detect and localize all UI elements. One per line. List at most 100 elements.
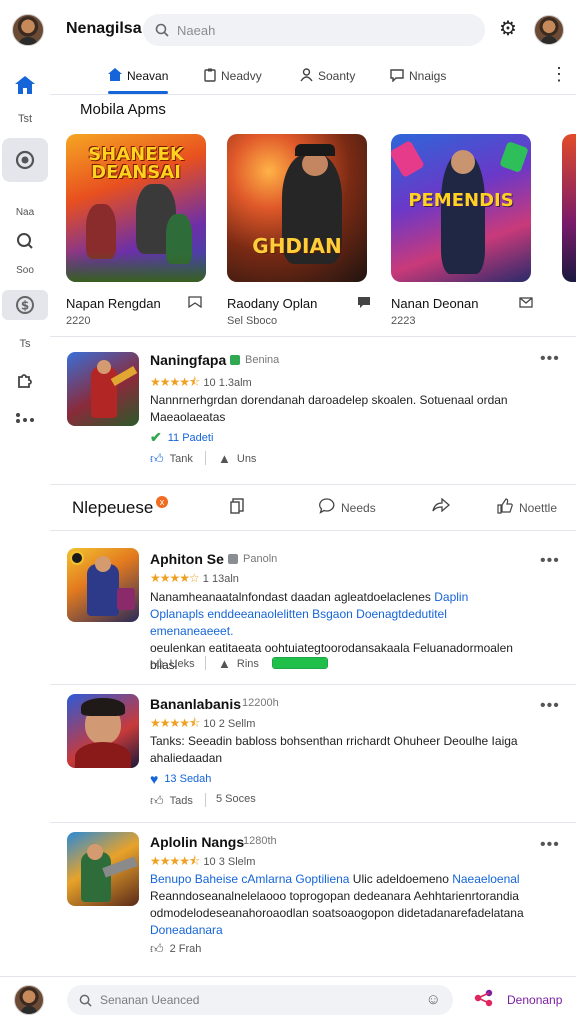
featured-card[interactable]: SHANEEK DEANSAI Napan Rengdan 2220: [66, 134, 206, 327]
post-badge-label: 11 Padeti: [167, 431, 214, 444]
divider: [50, 530, 576, 531]
rating-text: 1 13aln: [202, 573, 239, 585]
like-reaction-label: Noettle: [519, 501, 558, 515]
post-thumbnail[interactable]: [67, 694, 139, 768]
post-title[interactable]: Aplolin Nangs: [150, 834, 244, 850]
post-text-link[interactable]: Doneadanara: [150, 923, 223, 937]
featured-card-sub: 2220: [66, 315, 91, 327]
rail-target-icon[interactable]: [2, 138, 48, 182]
post-badge[interactable]: ♥ 13 Sedah: [150, 771, 211, 787]
comment-button[interactable]: Needs: [319, 498, 376, 518]
profile-avatar[interactable]: [12, 14, 44, 46]
featured-card[interactable]: PEMENDIS Nanan Deonan 2223: [391, 134, 533, 327]
composer-bar[interactable]: ☺: [67, 985, 453, 1015]
tabs-more-icon[interactable]: ⋮: [550, 64, 568, 85]
bottom-action-label[interactable]: Denonanp: [507, 993, 562, 1007]
rail-more-icon[interactable]: [2, 408, 48, 428]
share-button[interactable]: ▲ Rins: [218, 656, 259, 671]
post-rating: ★★★★⯪ 10 3 Slelm: [150, 852, 255, 873]
composer-avatar[interactable]: [14, 985, 44, 1015]
left-rail: Tst Naa Soo $ Ts: [0, 58, 50, 458]
rail-label-1[interactable]: Tst: [2, 110, 48, 128]
tab-home-label: Neavan: [127, 69, 169, 83]
post-badge[interactable]: ✔ 11 Padeti: [150, 429, 213, 446]
rating-stars-icon: ★★★★☆: [150, 571, 200, 585]
check-icon: ✔: [150, 429, 162, 445]
tab-clipboard[interactable]: Neadvy: [204, 58, 262, 94]
post-text-part: Ulic adeldoemeno: [349, 872, 453, 886]
post-text-link[interactable]: Benupo Baheise cAmlarna Goptiliena: [150, 872, 349, 886]
post-thumbnail[interactable]: [67, 352, 139, 426]
like-button[interactable]: 👍︎ Tank: [150, 451, 193, 467]
rail-label-3[interactable]: Soo: [2, 262, 48, 278]
post-title[interactable]: Bananlabanis: [150, 696, 241, 712]
like-button[interactable]: 👍︎ Tads: [150, 793, 193, 809]
rail-label-2[interactable]: Naa: [2, 204, 48, 220]
forward-button[interactable]: [432, 497, 456, 516]
bookmark-icon[interactable]: [188, 296, 202, 311]
tab-home[interactable]: Neavan: [108, 58, 169, 94]
share-button[interactable]: 5 Soces: [216, 793, 256, 805]
post-title[interactable]: Aphiton Se: [150, 551, 224, 567]
post-title[interactable]: Naningfapa: [150, 352, 226, 368]
share-button[interactable]: ▲ Uns: [218, 451, 256, 466]
post-text-link[interactable]: Daplin: [434, 590, 468, 604]
chat-icon: [390, 68, 404, 85]
search-input[interactable]: [177, 22, 457, 38]
emoji-icon[interactable]: ☺: [426, 991, 441, 1008]
post-thumbnail[interactable]: [67, 548, 139, 622]
post-badge-label: 13 Sedah: [164, 773, 212, 785]
app-title: Nenagilsa: [66, 20, 142, 37]
featured-card-name: Raodany Oplan: [227, 296, 318, 311]
rail-label-4[interactable]: Ts: [2, 336, 48, 352]
share-icon: ▲: [218, 451, 231, 466]
tab-chat-label: Nnaigs: [409, 69, 447, 83]
like-button[interactable]: 👍︎ 2 Frah: [150, 941, 201, 957]
separator: [205, 451, 206, 465]
featured-card-peek[interactable]: [562, 134, 576, 282]
rail-puzzle-icon[interactable]: [2, 368, 48, 390]
divider: [50, 684, 576, 685]
composer-input[interactable]: [100, 993, 400, 1007]
post-text-part: Reanndoseanalnelelaooo toprogopan dedean…: [150, 889, 524, 920]
share-label: 5 Soces: [216, 793, 256, 805]
forward-arrow-icon: [432, 497, 450, 516]
more-options-icon[interactable]: •••: [540, 350, 560, 368]
post-rating: ★★★★⯪ 10 2 Sellm: [150, 714, 255, 735]
divider: [50, 822, 576, 823]
share-network-icon[interactable]: [474, 989, 494, 1012]
account-avatar[interactable]: [534, 15, 564, 45]
tab-chat[interactable]: Nnaigs: [390, 58, 446, 94]
rail-search-icon[interactable]: [2, 230, 48, 252]
rail-coin-icon[interactable]: $: [2, 290, 48, 320]
like-button[interactable]: 👍︎ Ueks: [150, 656, 195, 672]
copy-button[interactable]: [230, 498, 250, 518]
chat-icon[interactable]: [357, 296, 371, 312]
featured-card[interactable]: GHDIAN Raodany Oplan Sel Sboco: [227, 134, 370, 327]
search-bar[interactable]: [143, 14, 485, 46]
post-text-link[interactable]: Naeaeloenal: [452, 872, 519, 886]
more-options-icon[interactable]: •••: [540, 552, 560, 570]
featured-card-sub: Sel Sboco: [227, 315, 278, 327]
search-icon: [79, 994, 92, 1007]
mail-icon[interactable]: [519, 296, 533, 311]
verified-icon: [230, 355, 240, 365]
tab-user[interactable]: Soanty: [300, 58, 355, 94]
thumbs-up-icon: 👍︎: [150, 656, 164, 671]
more-options-icon[interactable]: •••: [540, 836, 560, 854]
post-tag-label: Panoln: [243, 553, 278, 565]
svg-text:$: $: [21, 299, 29, 313]
more-options-icon[interactable]: •••: [540, 697, 560, 715]
heart-icon: ♥: [150, 771, 159, 787]
post-thumbnail[interactable]: [67, 832, 139, 906]
post-text-link[interactable]: Oplanapls enddeeanaolelitten Bsgaon Doen…: [150, 607, 447, 638]
post-text: Tanks: Seeadin babloss bohsenthan rricha…: [150, 734, 518, 765]
settings-gear-icon[interactable]: ⚙: [497, 18, 519, 40]
rail-home-icon[interactable]: [2, 70, 48, 100]
like-reaction-button[interactable]: Noettle: [497, 498, 557, 518]
thumbs-up-icon: 👍︎: [150, 451, 164, 466]
post-rating: ★★★★☆ 1 13aln: [150, 571, 239, 585]
share-icon: ▲: [218, 656, 231, 671]
copy-icon: [230, 498, 244, 518]
rating-stars-icon: ★★★★⯪: [150, 375, 200, 389]
